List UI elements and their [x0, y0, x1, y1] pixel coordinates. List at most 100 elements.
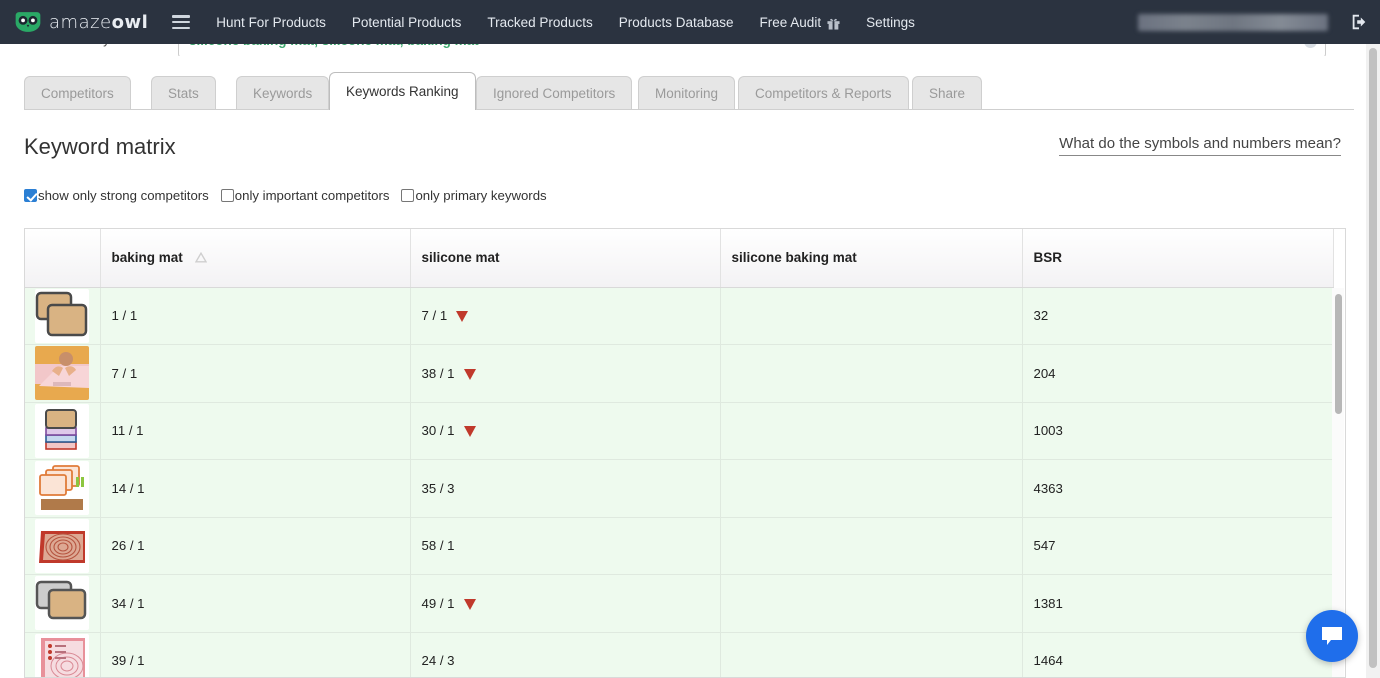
value-baking-mat: 34 / 1	[111, 595, 145, 611]
column-header-silicone-mat[interactable]: silicone mat	[410, 229, 721, 288]
value-baking-mat: 1 / 1	[111, 308, 138, 324]
cell-baking-mat: 39 / 1	[100, 632, 411, 677]
value-baking-mat: 39 / 1	[111, 653, 145, 669]
cell-bsr: 4363	[1022, 459, 1334, 518]
red-pastry-mat-with-circles-thumbnail	[35, 518, 90, 573]
page-scrollbar-thumb[interactable]	[1369, 48, 1377, 668]
column-header-silicone-baking-mat[interactable]: silicone baking mat	[720, 229, 1023, 288]
value-bsr: 204	[1033, 365, 1056, 381]
cell-baking-mat: 1 / 1	[100, 287, 411, 345]
nav-link-free-audit[interactable]: Free Audit	[760, 15, 841, 30]
filter-strong-competitors-label: show only strong competitors	[38, 188, 209, 203]
tab-keywords[interactable]: Keywords	[236, 76, 330, 110]
column-header-baking-mat[interactable]: baking mat	[100, 229, 411, 288]
filter-strong-competitors-checkbox[interactable]	[24, 189, 37, 202]
value-baking-mat: 7 / 1	[111, 365, 138, 381]
filter-important-competitors-checkbox[interactable]	[220, 189, 234, 202]
filter-primary-keywords-checkbox[interactable]	[401, 189, 415, 202]
table-row[interactable]: 11 / 1 30 / 1 1003	[25, 402, 1334, 460]
nav-label-tracked-products: Tracked Products	[487, 14, 593, 30]
tab-label-share: Share	[929, 86, 966, 101]
filter-strong-competitors[interactable]: show only strong competitors	[24, 188, 209, 203]
table-row[interactable]: 7 / 1 38 / 1 204	[25, 344, 1334, 403]
trend-down-icon	[463, 598, 476, 610]
user-email-redacted[interactable]	[1138, 13, 1328, 31]
table-row[interactable]: 39 / 1 24 / 3 1464	[25, 632, 1334, 677]
tab-bar-underline	[24, 109, 1354, 110]
nav-label-settings: Settings	[866, 14, 915, 30]
value-bsr: 32	[1033, 308, 1049, 324]
cell-silicone-baking-mat	[720, 287, 1023, 345]
cell-baking-mat: 26 / 1	[100, 517, 411, 575]
product-thumbnail-cell[interactable]	[25, 632, 101, 677]
cell-bsr: 547	[1022, 517, 1334, 575]
cell-silicone-mat: 35 / 3	[410, 459, 721, 518]
table-row[interactable]: 26 / 1 58 / 1 547	[25, 517, 1334, 575]
product-thumbnail-cell[interactable]	[25, 287, 101, 345]
cell-baking-mat: 7 / 1	[100, 344, 411, 403]
cell-baking-mat: 14 / 1	[100, 459, 411, 518]
nav-link-tracked-products[interactable]: Tracked Products	[487, 15, 592, 30]
cell-bsr: 1003	[1022, 402, 1334, 460]
nav-label-products-database: Products Database	[618, 14, 734, 30]
filter-important-competitors-label: only important competitors	[234, 188, 390, 203]
product-thumbnail-cell[interactable]	[25, 517, 101, 575]
value-silicone-mat: 38 / 1	[421, 365, 455, 381]
value-baking-mat: 14 / 1	[111, 480, 145, 496]
filter-primary-keywords[interactable]: only primary keywords	[401, 188, 547, 203]
product-thumbnail-cell[interactable]	[25, 344, 101, 403]
table-row[interactable]: 14 / 1 35 / 3 4363	[25, 459, 1334, 518]
product-thumbnail-cell[interactable]	[25, 459, 101, 518]
cell-silicone-baking-mat	[720, 459, 1023, 518]
cell-silicone-mat: 30 / 1	[410, 402, 721, 460]
table-head: baking mat silicone mat silicone baking …	[25, 229, 1334, 288]
cell-silicone-mat: 7 / 1	[410, 287, 721, 345]
product-thumbnail-cell[interactable]	[25, 402, 101, 460]
nav-link-potential-products[interactable]: Potential Products	[352, 15, 462, 30]
sort-ascending-icon[interactable]	[194, 252, 207, 263]
tab-label-competitors: Competitors	[41, 86, 114, 101]
nav-link-products-database[interactable]: Products Database	[619, 15, 734, 30]
keyword-matrix-table: baking mat silicone mat silicone baking …	[25, 229, 1334, 677]
column-header-label-bsr: BSR	[1033, 250, 1063, 266]
tab-monitoring[interactable]: Monitoring	[638, 76, 736, 110]
owl-logo-icon	[15, 12, 41, 32]
cell-bsr: 32	[1022, 287, 1334, 345]
cell-baking-mat: 11 / 1	[100, 402, 411, 460]
brand-text-light: amaze	[49, 11, 112, 33]
chat-widget-button[interactable]	[1306, 610, 1358, 662]
cell-bsr: 1381	[1022, 574, 1334, 633]
chat-bubble-icon	[1322, 627, 1342, 645]
table-row[interactable]: 1 / 1 7 / 1 32	[25, 287, 1334, 345]
tab-competitors[interactable]: Competitors	[24, 76, 131, 110]
nav-label-hunt-for-products: Hunt For Products	[216, 14, 326, 30]
two-stacked-tan-baking-mats-thumbnail	[35, 288, 90, 343]
tab-stats[interactable]: Stats	[151, 76, 216, 110]
cell-silicone-baking-mat	[720, 632, 1023, 677]
table-scrollbar-thumb[interactable]	[1335, 294, 1342, 414]
table-body: 1 / 1 7 / 1 32 7 / 1 38 / 1 204 11 / 1 3…	[25, 287, 1334, 677]
filter-checkbox-group: show only strong competitors only import…	[24, 188, 559, 203]
value-silicone-mat: 35 / 3	[421, 480, 455, 496]
tab-ignored-competitors[interactable]: Ignored Competitors	[476, 76, 633, 110]
column-header-bsr[interactable]: BSR	[1022, 229, 1334, 288]
symbols-help-link[interactable]: What do the symbols and numbers mean?	[1059, 135, 1341, 156]
table-row[interactable]: 34 / 1 49 / 1 1381	[25, 574, 1334, 633]
logout-icon[interactable]	[1350, 13, 1368, 31]
hamburger-menu-icon[interactable]	[172, 15, 191, 29]
nav-link-hunt-for-products[interactable]: Hunt For Products	[216, 15, 326, 30]
nav-link-settings[interactable]: Settings	[866, 15, 915, 30]
filter-important-competitors[interactable]: only important competitors	[220, 188, 390, 203]
gift-icon	[827, 18, 840, 30]
tab-keywords-ranking[interactable]: Keywords Ranking	[329, 72, 476, 110]
tab-share[interactable]: Share	[912, 76, 983, 110]
value-silicone-mat: 49 / 1	[421, 595, 455, 611]
tab-competitors-and-reports[interactable]: Competitors & Reports	[738, 76, 909, 110]
tab-label-monitoring: Monitoring	[655, 86, 719, 101]
value-bsr: 1003	[1033, 423, 1063, 439]
hands-rolling-dough-on-pink-mat-thumbnail	[35, 346, 90, 401]
column-header-thumbnail	[25, 229, 101, 288]
value-bsr: 4363	[1033, 480, 1063, 496]
product-thumbnail-cell[interactable]	[25, 574, 101, 633]
brand-logo[interactable]: amazeowl	[14, 12, 148, 33]
